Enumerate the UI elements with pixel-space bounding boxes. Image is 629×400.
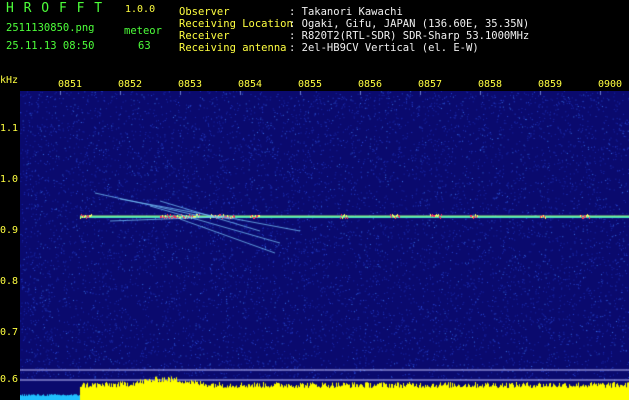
info-label-receiver: Receiver bbox=[179, 30, 230, 42]
x-tick-0854: 0854 bbox=[238, 79, 263, 90]
info-value-location: : Ogaki, Gifu, JAPAN (136.60E, 35.35N) bbox=[289, 18, 530, 30]
y-tick-0.9: 0.9 bbox=[0, 225, 19, 236]
info-value-antenna: : 2el-HB9CV Vertical (el. E-W) bbox=[289, 42, 479, 54]
y-tick-0.7: 0.7 bbox=[0, 327, 19, 338]
datetime: 25.11.13 08:50 bbox=[6, 40, 95, 52]
filename: 2511130850.png bbox=[6, 22, 95, 34]
x-tick-0858: 0858 bbox=[478, 79, 503, 90]
info-label-observer: Observer bbox=[179, 6, 230, 18]
x-tick-0851: 0851 bbox=[58, 79, 83, 90]
axis-unit-label: kHz bbox=[0, 75, 19, 86]
x-tick-0900: 0900 bbox=[598, 79, 623, 90]
x-tick-0857: 0857 bbox=[418, 79, 443, 90]
info-label-location: Receiving Location bbox=[179, 18, 293, 30]
spectrogram-canvas bbox=[20, 91, 629, 400]
x-tick-0855: 0855 bbox=[298, 79, 323, 90]
x-tick-0859: 0859 bbox=[538, 79, 563, 90]
info-value-receiver: : R820T2(RTL-SDR) SDR-Sharp 53.1000MHz bbox=[289, 30, 530, 42]
y-tick-0.8: 0.8 bbox=[0, 276, 19, 287]
info-value-observer: : Takanori Kawachi bbox=[289, 6, 403, 18]
version-label: 1.0.0 bbox=[125, 4, 156, 15]
info-label-antenna: Receiving antenna bbox=[179, 42, 287, 54]
hrofft-logo: H R O F F T bbox=[6, 1, 104, 16]
x-tick-0853: 0853 bbox=[178, 79, 203, 90]
detector-label: meteor bbox=[124, 25, 162, 37]
y-tick-1.0: 1.0 bbox=[0, 174, 19, 185]
detector-count: 63 bbox=[138, 40, 151, 52]
spectrogram[interactable] bbox=[20, 91, 629, 400]
x-tick-0856: 0856 bbox=[358, 79, 383, 90]
y-tick-0.6: 0.6 bbox=[0, 374, 19, 385]
y-tick-1.1: 1.1 bbox=[0, 123, 19, 134]
x-tick-0852: 0852 bbox=[118, 79, 143, 90]
